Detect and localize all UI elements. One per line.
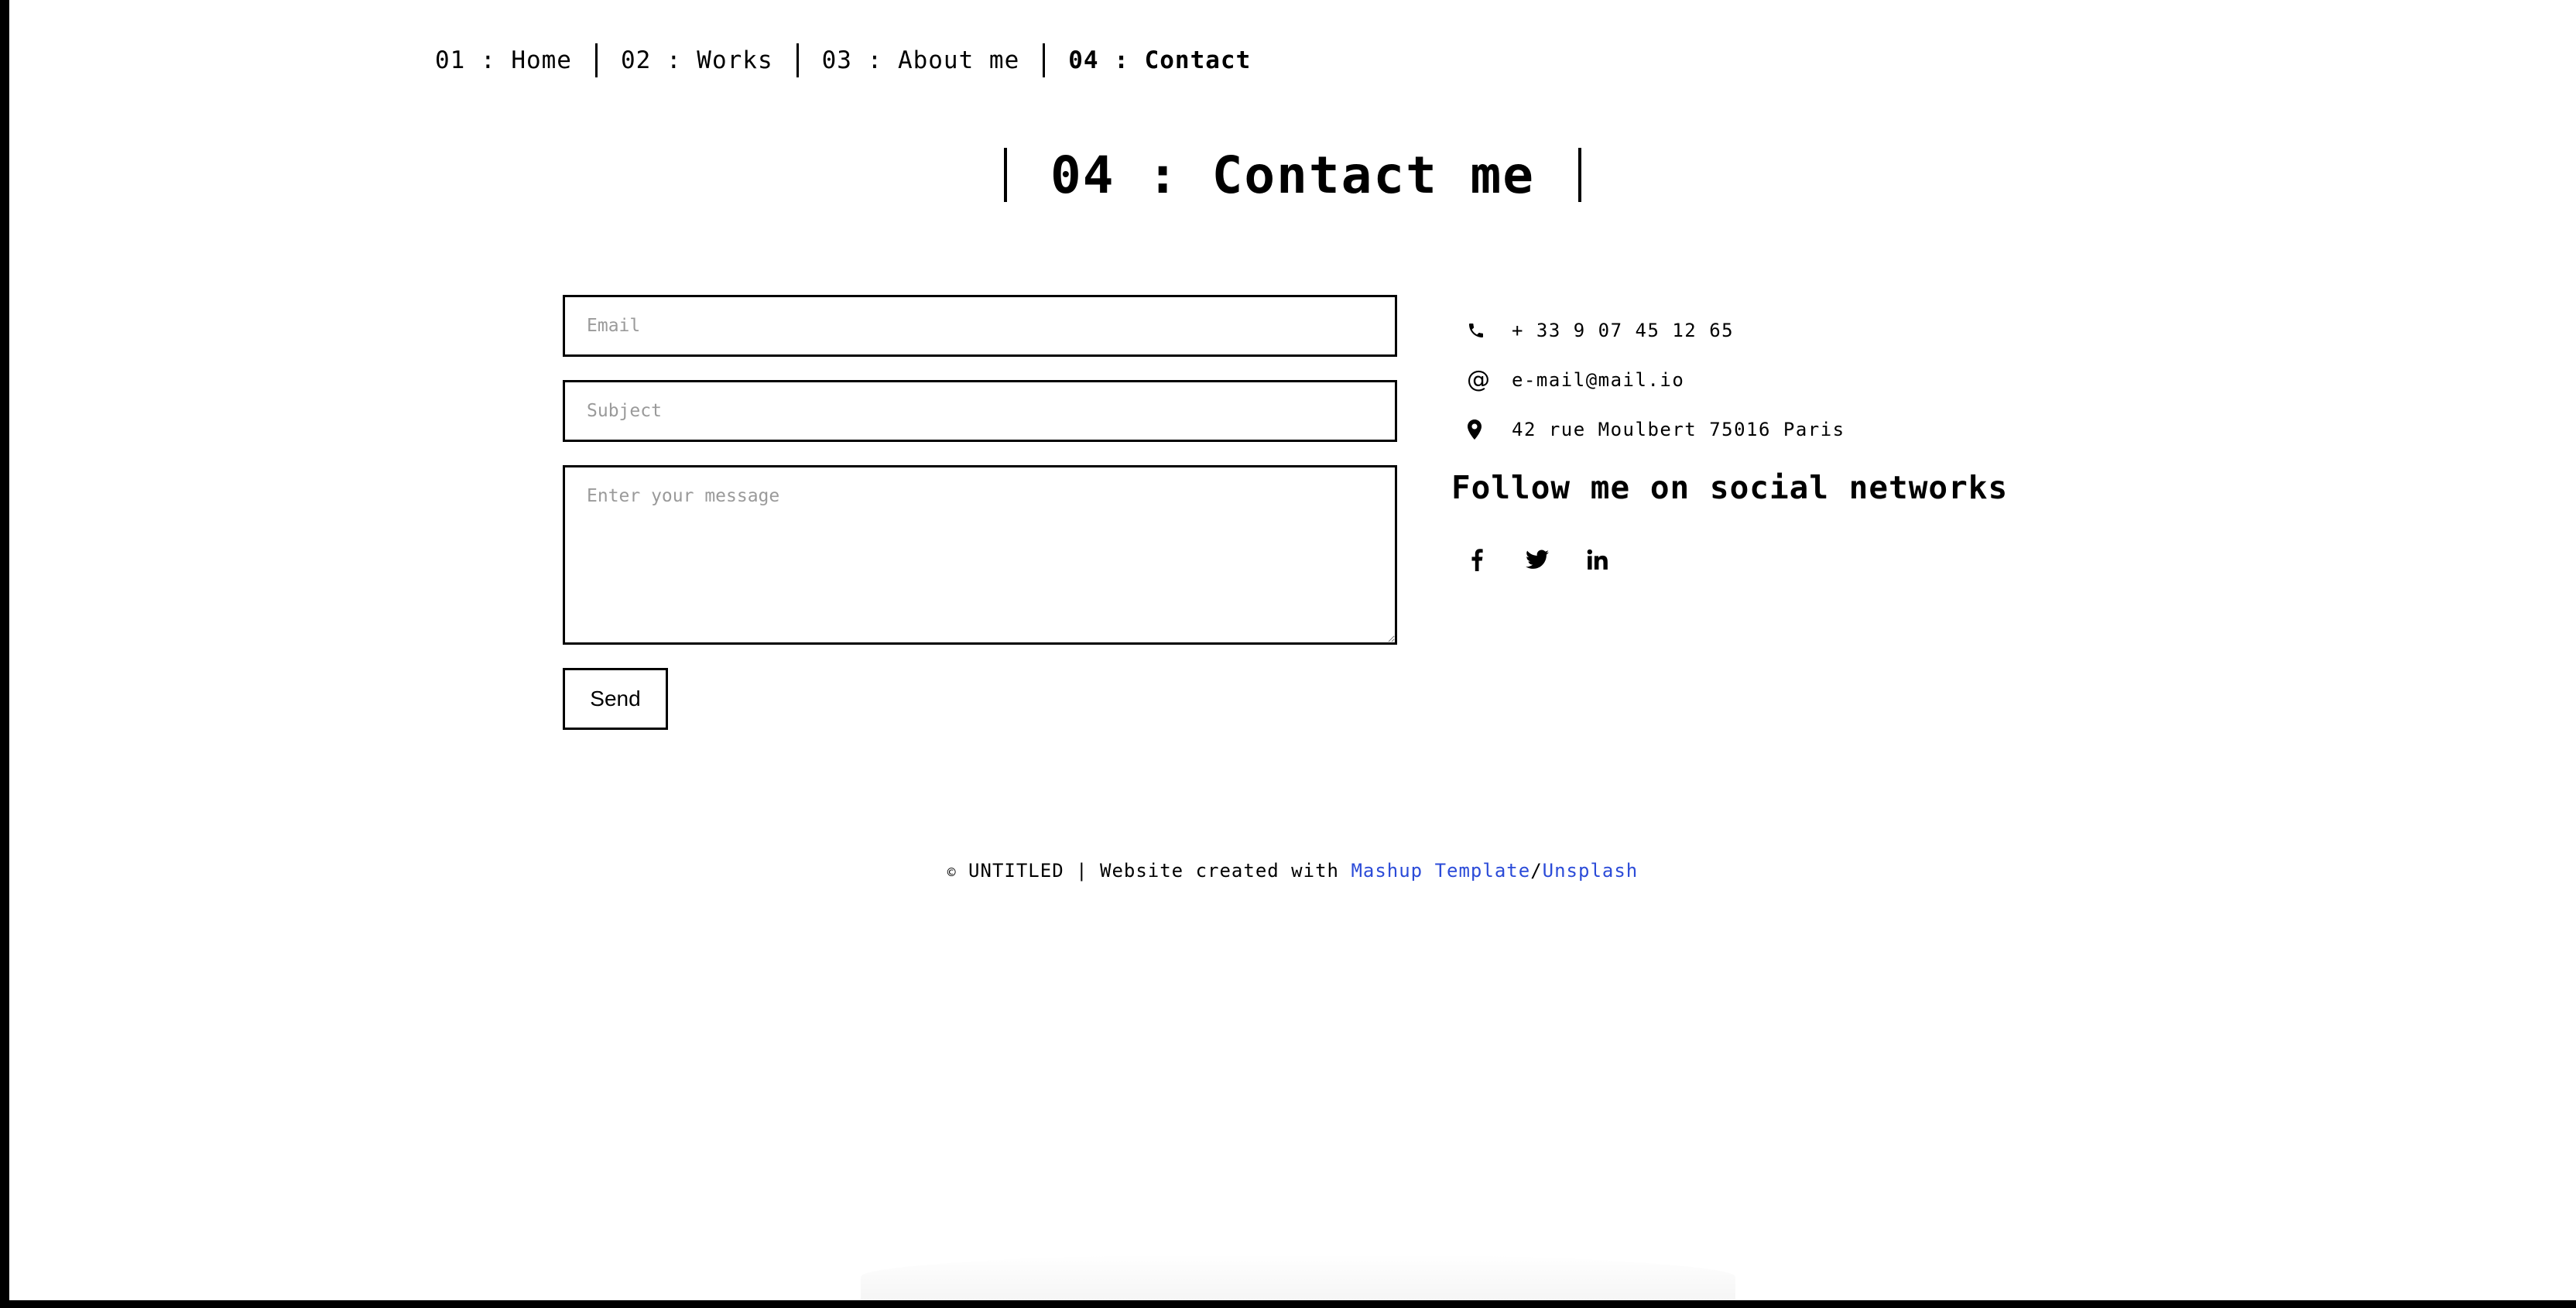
- email-field[interactable]: [563, 295, 1397, 357]
- send-button[interactable]: Send: [563, 668, 668, 730]
- unsplash-link[interactable]: Unsplash: [1543, 860, 1639, 882]
- bottom-shadow: [861, 1254, 1735, 1300]
- main-nav: 01 : Home 02 : Works 03 : About me 04 : …: [435, 39, 1251, 82]
- subject-field[interactable]: [563, 380, 1397, 442]
- nav-item-about[interactable]: 03 : About me: [822, 46, 1020, 74]
- location-pin-icon: [1451, 419, 1512, 440]
- contact-form: Send: [563, 295, 1399, 730]
- page-title-wrapper: 04 : Contact me: [9, 145, 2576, 205]
- email-address: e-mail@mail.io: [1512, 369, 1685, 391]
- footer: © UNTITLED | Website created with Mashup…: [9, 860, 2576, 882]
- footer-link-separator: /: [1530, 860, 1543, 882]
- phone-row: + 33 9 07 45 12 65: [1451, 306, 2071, 355]
- nav-divider: [1043, 43, 1046, 77]
- social-heading: Follow me on social networks: [1451, 469, 2009, 506]
- message-textarea[interactable]: [563, 465, 1397, 645]
- page-title: 04 : Contact me: [1003, 145, 1582, 205]
- title-left-bar: [1003, 148, 1007, 202]
- twitter-icon[interactable]: [1525, 546, 1550, 574]
- nav-divider: [796, 43, 799, 77]
- facebook-icon[interactable]: [1464, 546, 1489, 574]
- title-right-bar: [1578, 148, 1582, 202]
- email-row: @ e-mail@mail.io: [1451, 355, 2071, 405]
- contact-info: + 33 9 07 45 12 65 @ e-mail@mail.io 42 r…: [1451, 306, 2071, 454]
- at-sign-glyph: @: [1467, 366, 1492, 393]
- nav-item-works[interactable]: 02 : Works: [621, 46, 773, 74]
- page: 01 : Home 02 : Works 03 : About me 04 : …: [9, 0, 2576, 1300]
- at-sign-icon: @: [1451, 368, 1512, 392]
- nav-item-contact[interactable]: 04 : Contact: [1068, 46, 1251, 74]
- copyright-symbol: ©: [947, 865, 957, 881]
- address: 42 rue Moulbert 75016 Paris: [1512, 419, 1845, 440]
- linkedin-icon[interactable]: [1585, 546, 1610, 574]
- address-row: 42 rue Moulbert 75016 Paris: [1451, 405, 2071, 454]
- nav-item-home[interactable]: 01 : Home: [435, 46, 572, 74]
- mashup-template-link[interactable]: Mashup Template: [1351, 860, 1530, 882]
- social-links: [1464, 546, 1610, 574]
- footer-text: UNTITLED | Website created with: [968, 860, 1339, 882]
- nav-divider: [594, 43, 598, 77]
- page-title-text: 04 : Contact me: [1050, 145, 1536, 205]
- phone-number: + 33 9 07 45 12 65: [1512, 320, 1735, 341]
- phone-icon: [1451, 321, 1512, 340]
